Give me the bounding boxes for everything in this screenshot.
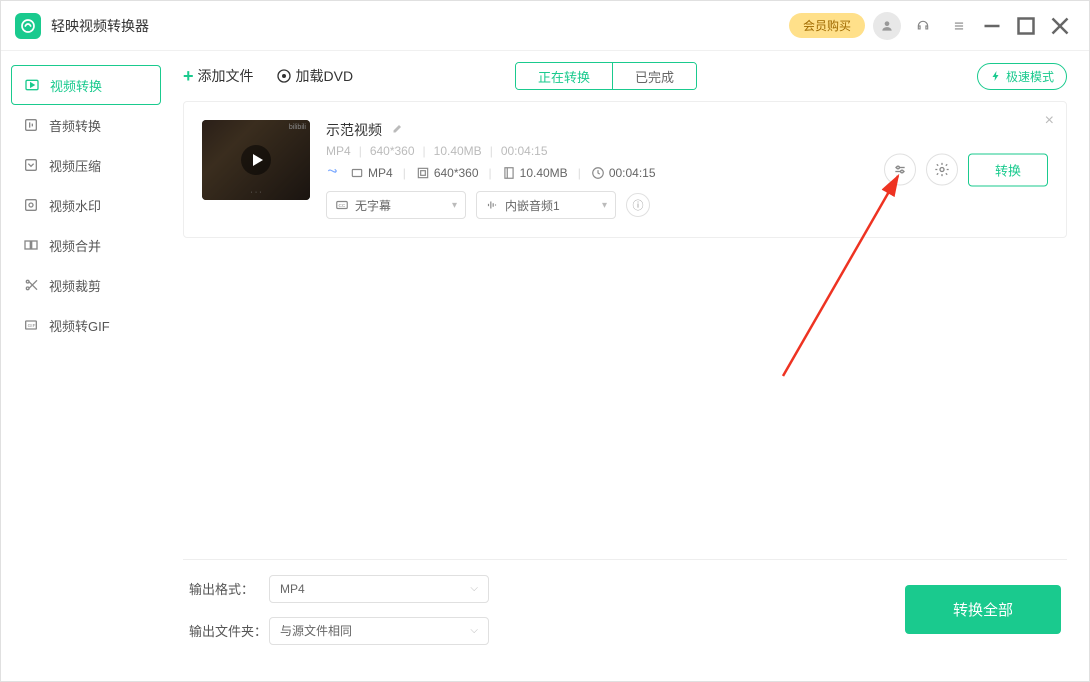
- convert-item-button[interactable]: 转换: [968, 153, 1048, 186]
- output-dir-label: 输出文件夹：: [189, 621, 269, 640]
- size-icon: [502, 166, 516, 180]
- play-icon: [241, 145, 271, 175]
- sidebar-item-audio-convert[interactable]: 音频转换: [11, 105, 161, 145]
- video-watermark-icon: [23, 197, 39, 213]
- chevron-down-icon: ▾: [602, 200, 607, 211]
- output-format-label: 输出格式：: [189, 579, 269, 598]
- sidebar-item-video-compress[interactable]: 视频压缩: [11, 145, 161, 185]
- video-compress-icon: [23, 157, 39, 173]
- arrow-right-icon: [326, 164, 340, 181]
- item-close-button[interactable]: ×: [1045, 112, 1054, 130]
- duration-icon: [591, 166, 605, 180]
- sidebar-item-label: 视频压缩: [49, 156, 101, 175]
- sidebar-item-video-gif[interactable]: GIF 视频转GIF: [11, 305, 161, 345]
- video-thumbnail[interactable]: bilibili · · ·: [202, 120, 310, 200]
- video-crop-icon: [23, 277, 39, 293]
- sidebar-item-label: 视频转换: [50, 76, 102, 95]
- video-item-card: × bilibili · · · 示范视频: [183, 101, 1067, 238]
- turbo-mode-button[interactable]: 极速模式: [977, 63, 1067, 90]
- menu-icon[interactable]: [945, 12, 973, 40]
- subtitle-dropdown[interactable]: CC无字幕 ▾: [326, 191, 466, 219]
- sidebar-item-label: 视频合并: [49, 236, 101, 255]
- app-logo: [15, 13, 41, 39]
- svg-text:GIF: GIF: [28, 323, 36, 328]
- sidebar-item-video-merge[interactable]: 视频合并: [11, 225, 161, 265]
- chevron-down-icon: ⌵: [470, 583, 478, 594]
- vip-button[interactable]: 会员购买: [789, 13, 865, 38]
- titlebar: 轻映视频转换器 会员购买: [1, 1, 1089, 51]
- sidebar: 视频转换 音频转换 视频压缩 视频水印 视频合并 视频裁剪: [1, 51, 171, 681]
- minimize-button[interactable]: [977, 12, 1007, 40]
- tab-done[interactable]: 已完成: [613, 63, 696, 89]
- sidebar-item-label: 视频裁剪: [49, 276, 101, 295]
- convert-all-button[interactable]: 转换全部: [905, 585, 1061, 634]
- status-tabs: 正在转换 已完成: [515, 62, 697, 90]
- footer: 输出格式： MP4⌵ 输出文件夹： 与源文件相同⌵ 转换全部: [183, 559, 1067, 659]
- resolution-icon: [416, 166, 430, 180]
- sidebar-item-label: 视频转GIF: [49, 316, 110, 335]
- app-title: 轻映视频转换器: [51, 16, 149, 36]
- edit-title-icon[interactable]: [392, 121, 404, 139]
- settings-button[interactable]: [926, 154, 958, 186]
- video-title: 示范视频: [326, 120, 382, 140]
- cc-icon: CC: [335, 198, 349, 212]
- toolbar: + 添加文件 加载DVD 正在转换 已完成 极速模式: [183, 51, 1067, 101]
- load-dvd-label: 加载DVD: [296, 66, 354, 86]
- svg-text:CC: CC: [339, 203, 346, 208]
- audio-convert-icon: [23, 117, 39, 133]
- lightning-icon: [990, 70, 1002, 82]
- sidebar-item-label: 视频水印: [49, 196, 101, 215]
- add-file-button[interactable]: + 添加文件: [183, 66, 254, 87]
- sidebar-item-video-watermark[interactable]: 视频水印: [11, 185, 161, 225]
- sidebar-item-video-convert[interactable]: 视频转换: [11, 65, 161, 105]
- video-convert-icon: [24, 77, 40, 93]
- output-dir-dropdown[interactable]: 与源文件相同⌵: [269, 617, 489, 645]
- adjust-button[interactable]: [884, 154, 916, 186]
- sidebar-item-video-crop[interactable]: 视频裁剪: [11, 265, 161, 305]
- video-merge-icon: [23, 237, 39, 253]
- maximize-button[interactable]: [1011, 12, 1041, 40]
- sidebar-item-label: 音频转换: [49, 116, 101, 135]
- turbo-label: 极速模式: [1006, 68, 1054, 85]
- plus-icon: +: [183, 66, 194, 87]
- audio-dropdown[interactable]: 内嵌音频1 ▾: [476, 191, 616, 219]
- video-gif-icon: GIF: [23, 317, 39, 333]
- sliders-icon: [892, 162, 908, 178]
- user-icon[interactable]: [873, 12, 901, 40]
- gear-icon: [934, 162, 950, 178]
- format-icon: [350, 166, 364, 180]
- add-file-label: 添加文件: [198, 66, 254, 86]
- chevron-down-icon: ▾: [452, 200, 457, 211]
- dvd-icon: [276, 68, 292, 84]
- close-button[interactable]: [1045, 12, 1075, 40]
- info-button[interactable]: ⓘ: [626, 193, 650, 217]
- headset-icon[interactable]: [909, 12, 937, 40]
- audio-icon: [485, 198, 499, 212]
- chevron-down-icon: ⌵: [470, 625, 478, 636]
- tab-converting[interactable]: 正在转换: [516, 63, 613, 89]
- load-dvd-button[interactable]: 加载DVD: [276, 66, 354, 86]
- output-format-dropdown[interactable]: MP4⌵: [269, 575, 489, 603]
